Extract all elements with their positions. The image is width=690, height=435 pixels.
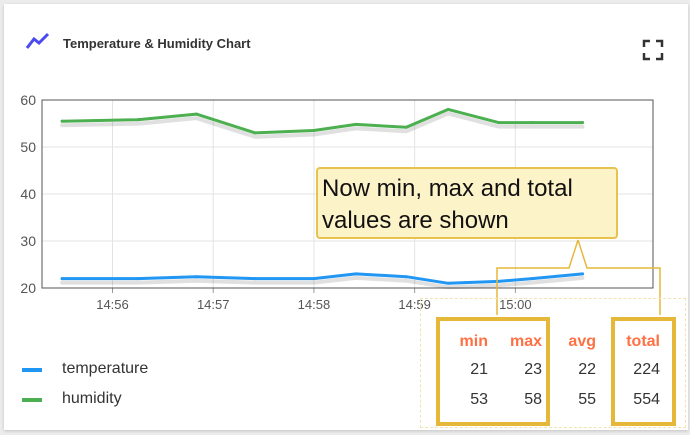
point-humidity-3 [253,131,257,135]
point-humidity-8 [497,121,501,125]
legend-header-total: total [626,333,660,350]
x-tick-label-0: 14:56 [96,297,129,312]
legend-header-avg: avg [568,333,596,350]
point-temperature-7 [446,281,450,285]
temperature-min: 21 [470,361,488,378]
y-tick-label-2: 40 [20,186,36,202]
series-shadow-humidity [60,111,585,139]
callout-line-2: values are shown [322,207,509,234]
temperature-avg: 22 [578,361,596,378]
legend-label-temperature: temperature [62,360,149,377]
y-tick-label-1: 30 [20,233,36,249]
legend-header-max: max [509,333,542,350]
humidity-max: 58 [524,391,542,408]
annotation-callout: Now min, max and total values are shown [316,167,618,239]
legend-label-humidity: humidity [62,390,122,407]
point-humidity-0 [60,119,64,123]
point-humidity-1 [136,118,140,122]
y-tick-label-0: 20 [20,280,36,296]
point-humidity-4 [312,129,316,133]
humidity-min: 53 [470,391,488,408]
temperature-total: 224 [633,361,660,378]
point-humidity-5 [354,122,358,126]
humidity-total: 554 [633,391,660,408]
legend-swatch-humidity [22,398,42,402]
series-line-humidity [60,107,584,135]
point-temperature-3 [253,277,257,281]
point-temperature-1 [136,277,140,281]
humidity-avg: 55 [578,391,596,408]
y-tick-label-3: 50 [20,139,36,155]
point-temperature-10 [581,272,584,276]
legend-swatch-temperature [22,368,42,372]
point-humidity-10 [581,121,584,125]
point-humidity-7 [446,107,450,111]
point-temperature-2 [194,275,198,279]
x-tick-label-2: 14:58 [298,297,331,312]
point-humidity-6 [404,125,408,129]
callout-line-1: Now min, max and total [322,175,573,202]
y-tick-label-4: 60 [20,92,36,108]
point-temperature-4 [312,277,316,281]
point-humidity-9 [530,121,534,125]
point-temperature-9 [530,277,534,281]
point-temperature-0 [60,277,64,281]
point-temperature-5 [354,272,358,276]
point-temperature-6 [404,275,408,279]
x-tick-label-1: 14:57 [197,297,230,312]
point-humidity-2 [194,112,198,116]
legend-header-min: min [459,333,488,350]
temperature-max: 23 [524,361,542,378]
